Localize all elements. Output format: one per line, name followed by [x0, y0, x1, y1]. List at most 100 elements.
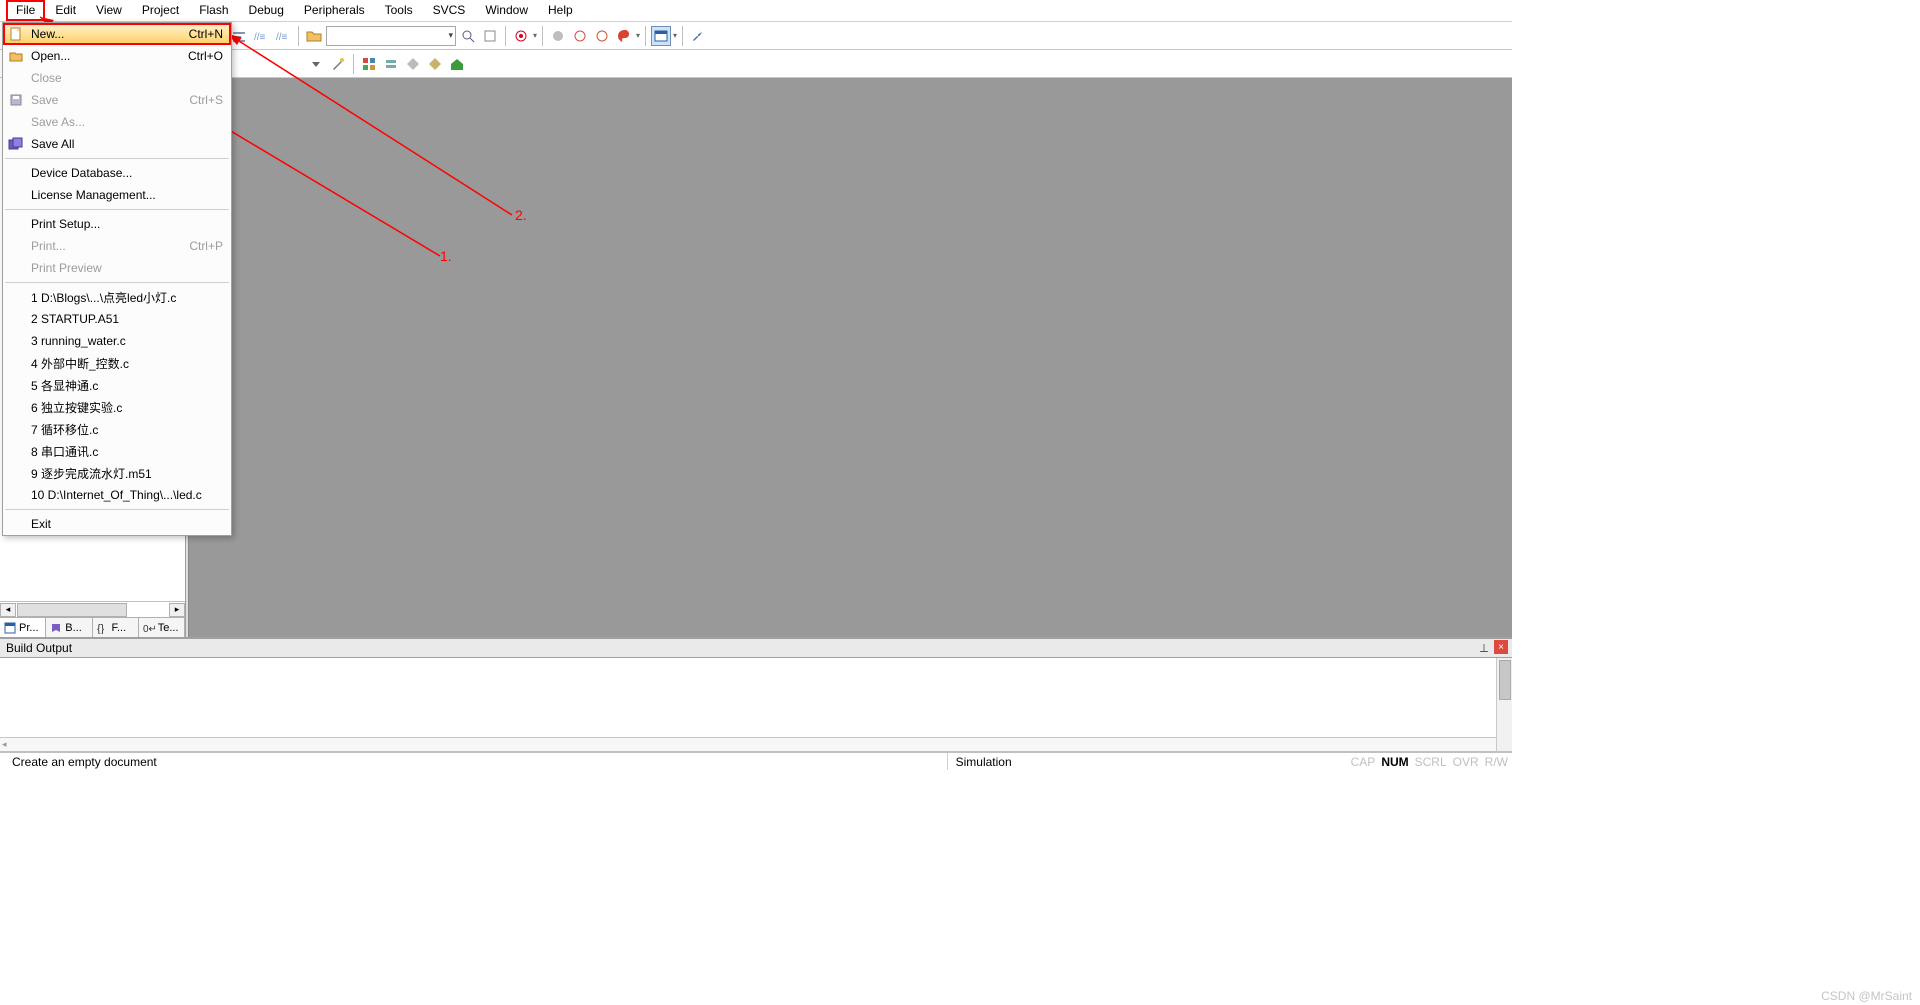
blank-icon	[7, 516, 25, 532]
menu-item-label: 10 D:\Internet_Of_Thing\...\led.c	[31, 488, 217, 502]
folder-icon[interactable]	[304, 26, 324, 46]
menu-item-label: 6 独立按键实验.c	[31, 399, 217, 416]
outdent-icon[interactable]	[229, 26, 249, 46]
saveall-icon	[7, 136, 25, 152]
breakpoint3-icon[interactable]	[592, 26, 612, 46]
menu-item-label: 3 running_water.c	[31, 334, 217, 348]
comment-icon[interactable]: //≡	[251, 26, 271, 46]
scroll-right-icon[interactable]: ▸	[169, 603, 185, 617]
blocks-icon[interactable]	[359, 54, 379, 74]
tab-label: Te...	[158, 622, 179, 634]
menu-file[interactable]: File	[6, 0, 45, 21]
blank-icon	[7, 311, 25, 327]
diamond1-icon[interactable]	[403, 54, 423, 74]
menu-item-label: Save As...	[31, 115, 217, 129]
breakpoint1-icon[interactable]	[548, 26, 568, 46]
file-menu-item[interactable]: 2 STARTUP.A51	[3, 308, 231, 330]
diamond2-icon[interactable]	[425, 54, 445, 74]
menu-item-label: Close	[31, 71, 217, 85]
file-menu-item[interactable]: Device Database...	[3, 162, 231, 184]
palette-icon[interactable]	[614, 26, 634, 46]
find-in-files-icon[interactable]	[480, 26, 500, 46]
file-menu-item: Print...Ctrl+P	[3, 235, 231, 257]
sidebar-tabs: Pr...B...{}F...0↵Te...	[0, 617, 185, 637]
newfile-icon	[7, 26, 25, 42]
status-hint: Create an empty document	[4, 753, 943, 770]
menu-window[interactable]: Window	[475, 0, 538, 21]
status-r/w: R/W	[1485, 755, 1508, 769]
file-menu-item[interactable]: 9 逐步完成流水灯.m51	[3, 462, 231, 484]
panel-title-text: Build Output	[6, 641, 72, 655]
blank-icon	[7, 355, 25, 371]
find-combo[interactable]: ▾	[326, 26, 456, 46]
file-menu-item[interactable]: Open...Ctrl+O	[3, 45, 231, 67]
sidebar-tab[interactable]: 0↵Te...	[139, 618, 185, 637]
find-icon[interactable]	[458, 26, 478, 46]
menu-item-label: 5 各显神通.c	[31, 377, 217, 394]
blank-icon	[7, 443, 25, 459]
sidebar-tab[interactable]: Pr...	[0, 618, 46, 637]
window-icon[interactable]	[651, 26, 671, 46]
menu-view[interactable]: View	[86, 0, 132, 21]
file-menu-item[interactable]: 10 D:\Internet_Of_Thing\...\led.c	[3, 484, 231, 506]
close-panel-icon[interactable]: ×	[1494, 640, 1508, 654]
house-icon[interactable]	[447, 54, 467, 74]
menu-item-shortcut: Ctrl+O	[188, 49, 223, 63]
menu-peripherals[interactable]: Peripherals	[294, 0, 375, 21]
menu-item-label: Save All	[31, 137, 217, 151]
file-menu-item: Save As...	[3, 111, 231, 133]
file-menu-item[interactable]: 6 独立按键实验.c	[3, 396, 231, 418]
menu-svcs[interactable]: SVCS	[423, 0, 476, 21]
file-menu-item[interactable]: 8 串口通讯.c	[3, 440, 231, 462]
sidebar-tab[interactable]: B...	[46, 618, 92, 637]
file-menu-item[interactable]: 7 循环移位.c	[3, 418, 231, 440]
sidebar-tab[interactable]: {}F...	[93, 618, 139, 637]
scroll-thumb[interactable]	[17, 603, 127, 617]
status-scrl: SCRL	[1415, 755, 1447, 769]
blank-icon	[7, 487, 25, 503]
menu-item-label: 2 STARTUP.A51	[31, 312, 217, 326]
wrench-icon[interactable]	[688, 26, 708, 46]
blank-icon	[7, 465, 25, 481]
menu-tools[interactable]: Tools	[375, 0, 423, 21]
file-menu-item[interactable]: Save All	[3, 133, 231, 155]
blank-icon	[7, 187, 25, 203]
debug-icon[interactable]	[511, 26, 531, 46]
blank-icon	[7, 399, 25, 415]
breakpoint2-icon[interactable]	[570, 26, 590, 46]
blank-icon	[7, 238, 25, 254]
tool-dropdown-icon[interactable]	[306, 54, 326, 74]
blank-icon	[7, 421, 25, 437]
file-menu-item[interactable]: 1 D:\Blogs\...\点亮led小灯.c	[3, 286, 231, 308]
file-menu-item[interactable]: Exit	[3, 513, 231, 535]
sidebar-horizontal-scroll[interactable]: ◂ ▸	[0, 601, 185, 617]
menu-help[interactable]: Help	[538, 0, 583, 21]
blank-icon	[7, 216, 25, 232]
build-output-body: ◂	[0, 658, 1512, 752]
file-menu-item[interactable]: Print Setup...	[3, 213, 231, 235]
menu-item-label: 8 串口通讯.c	[31, 443, 217, 460]
file-menu-item[interactable]: 5 各显神通.c	[3, 374, 231, 396]
uncomment-icon[interactable]: //≡	[273, 26, 293, 46]
status-cap: CAP	[1351, 755, 1376, 769]
menu-project[interactable]: Project	[132, 0, 189, 21]
status-mode: Simulation	[947, 753, 1347, 770]
wand-icon[interactable]	[328, 54, 348, 74]
menu-debug[interactable]: Debug	[239, 0, 294, 21]
panel-vertical-scroll[interactable]	[1496, 658, 1512, 751]
menu-item-label: Device Database...	[31, 166, 217, 180]
file-menu-item[interactable]: License Management...	[3, 184, 231, 206]
menu-item-shortcut: Ctrl+P	[189, 239, 223, 253]
scroll-left-icon[interactable]: ◂	[0, 603, 16, 617]
editor-area	[186, 78, 1512, 637]
svg-text://≡: //≡	[254, 32, 266, 42]
menu-item-label: Print Preview	[31, 261, 217, 275]
panel-horizontal-scroll[interactable]: ◂	[0, 737, 1496, 751]
menu-edit[interactable]: Edit	[45, 0, 86, 21]
file-menu-item[interactable]: 4 外部中断_控数.c	[3, 352, 231, 374]
file-menu-item[interactable]: 3 running_water.c	[3, 330, 231, 352]
menu-flash[interactable]: Flash	[189, 0, 238, 21]
pin-icon[interactable]: ⟂	[1480, 641, 1488, 656]
stack-icon[interactable]	[381, 54, 401, 74]
file-menu-item[interactable]: New...Ctrl+N	[3, 23, 231, 45]
